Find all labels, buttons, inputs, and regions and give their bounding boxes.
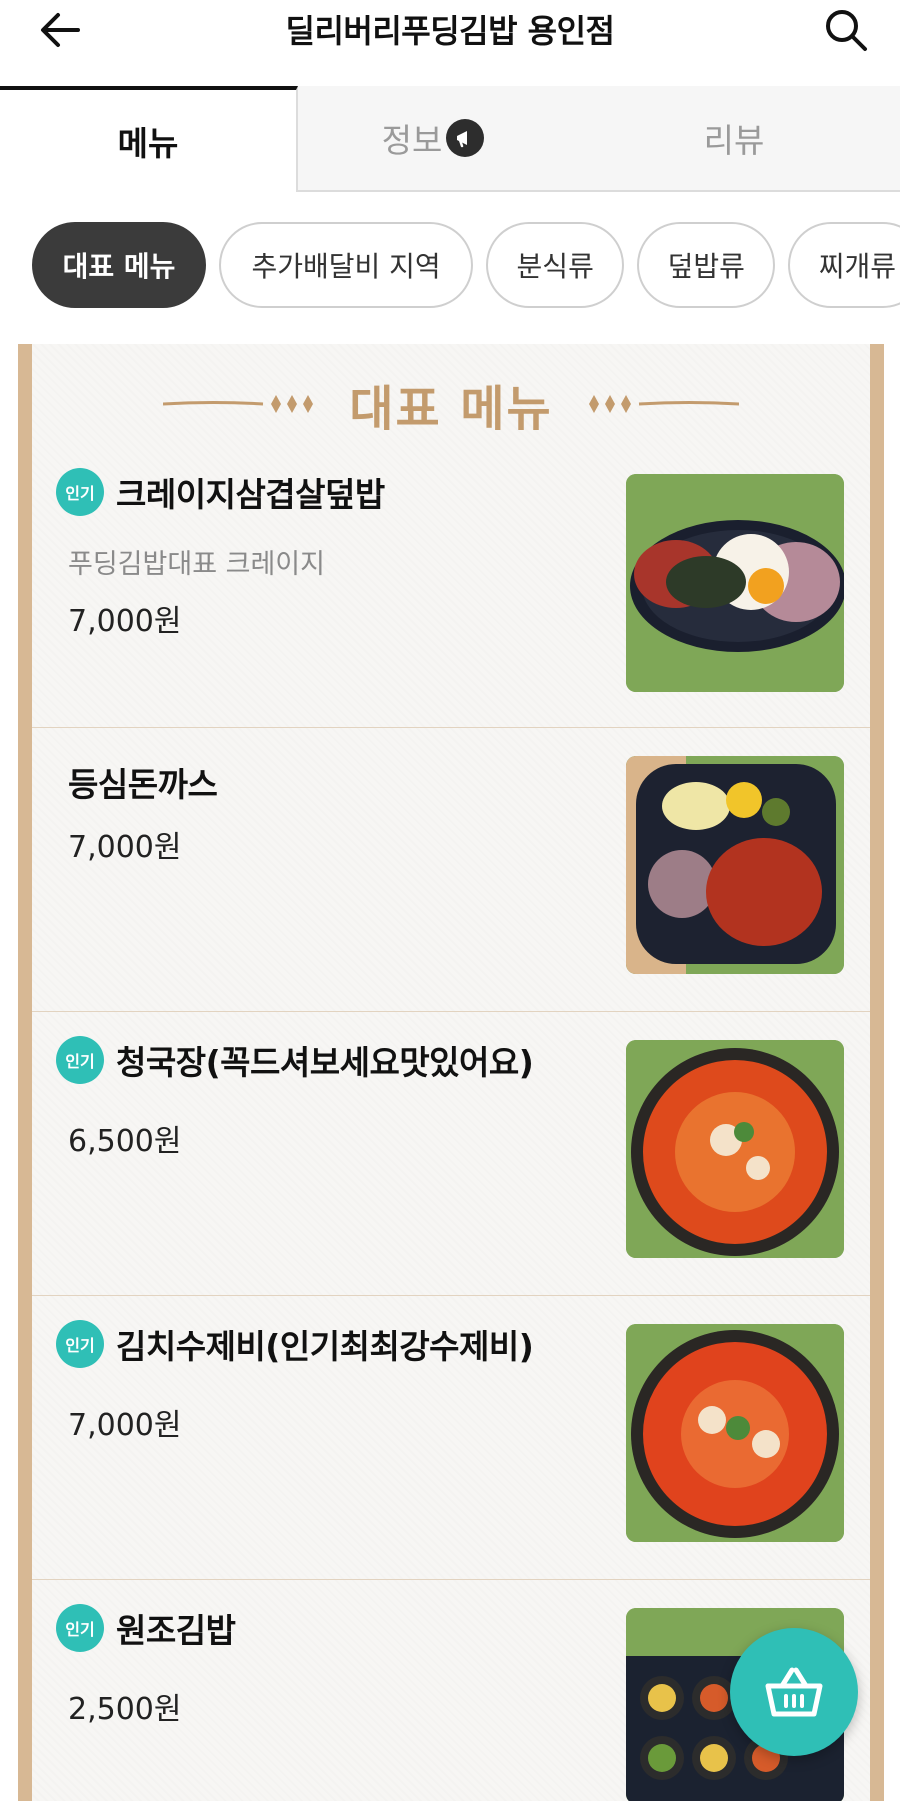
menu-item[interactable]: 인기 크레이지삼겹살덮밥 푸딩김밥대표 크레이지 7,000원: [32, 444, 870, 728]
item-name-row: 인기 김치수제비(인기최최강수제비): [56, 1320, 534, 1368]
popular-badge: 인기: [56, 1320, 104, 1368]
search-icon: [826, 10, 867, 51]
item-name: 청국장(꼭드셔보세요맛있어요): [116, 1043, 534, 1082]
shopping-basket-icon: [765, 1667, 823, 1717]
chip-label: 찌개류: [818, 250, 897, 283]
food-photo: [626, 756, 844, 974]
chip-label: 덮밥류: [667, 250, 745, 283]
chip-signature-menu[interactable]: 대표 메뉴: [32, 222, 206, 308]
tab-menu-label: 메뉴: [117, 124, 179, 163]
category-chips: 대표 메뉴 추가배달비 지역 분식류 덮밥류 찌개류: [0, 222, 900, 314]
store-tabs: 메뉴 정보 리뷰: [0, 86, 900, 192]
item-price: 6,500원: [68, 1124, 182, 1159]
item-price: 7,000원: [68, 604, 182, 639]
ornament-left-icon: [163, 389, 323, 419]
search-button[interactable]: [818, 4, 874, 56]
chip-stews[interactable]: 찌개류: [788, 222, 900, 308]
chip-rice-bowls[interactable]: 덮밥류: [637, 222, 776, 308]
food-photo: [626, 1040, 844, 1258]
megaphone-icon: [446, 119, 485, 157]
chip-label: 대표 메뉴: [62, 250, 176, 283]
menu-item[interactable]: 등심돈까스 7,000원: [32, 728, 870, 1012]
menu-item[interactable]: 인기 김치수제비(인기최최강수제비) 7,000원: [32, 1296, 870, 1580]
popular-badge: 인기: [56, 1604, 104, 1652]
item-name-row: 인기 원조김밥: [56, 1604, 236, 1652]
menu-panel-inner: 대표 메뉴 인기 크레이지삼겹살덮밥 푸딩김밥대표 크레이지 7,000원 등심…: [32, 344, 870, 1801]
tab-reviews[interactable]: 리뷰: [568, 86, 900, 190]
tab-info[interactable]: 정보: [298, 86, 568, 190]
chip-snacks[interactable]: 분식류: [486, 222, 625, 308]
item-name-row: 인기 크레이지삼겹살덮밥: [56, 468, 385, 516]
item-name-row: 등심돈까스: [56, 758, 218, 806]
tab-menu[interactable]: 메뉴: [0, 86, 298, 192]
menu-panel: 대표 메뉴 인기 크레이지삼겹살덮밥 푸딩김밥대표 크레이지 7,000원 등심…: [18, 344, 884, 1801]
item-description: 푸딩김밥대표 크레이지: [68, 549, 325, 580]
tab-reviews-label: 리뷰: [703, 121, 765, 160]
cart-button[interactable]: [730, 1628, 858, 1756]
food-photo: [626, 1324, 844, 1542]
ornament-right-icon: [579, 389, 739, 419]
store-title: 딜리버리푸딩김밥 용인점: [285, 12, 615, 50]
item-name: 김치수제비(인기최최강수제비): [116, 1327, 534, 1366]
chip-label: 추가배달비 지역: [251, 250, 441, 283]
item-name: 크레이지삼겹살덮밥: [116, 475, 385, 514]
item-name-row: 인기 청국장(꼭드셔보세요맛있어요): [56, 1036, 534, 1084]
chip-extra-delivery-area[interactable]: 추가배달비 지역: [219, 222, 474, 308]
popular-badge: 인기: [56, 468, 104, 516]
chip-label: 분식류: [516, 250, 594, 283]
tab-info-label: 정보: [381, 121, 443, 160]
food-photo: [626, 474, 844, 692]
item-name: 원조김밥: [116, 1611, 236, 1650]
item-price: 7,000원: [68, 1408, 182, 1443]
item-price: 2,500원: [68, 1692, 182, 1727]
popular-badge: 인기: [56, 1036, 104, 1084]
item-price: 7,000원: [68, 830, 182, 865]
menu-item[interactable]: 인기 청국장(꼭드셔보세요맛있어요) 6,500원: [32, 1012, 870, 1296]
item-name: 등심돈까스: [68, 765, 218, 804]
section-title: 대표 메뉴: [349, 381, 553, 437]
app-header: 딜리버리푸딩김밥 용인점: [0, 0, 900, 88]
